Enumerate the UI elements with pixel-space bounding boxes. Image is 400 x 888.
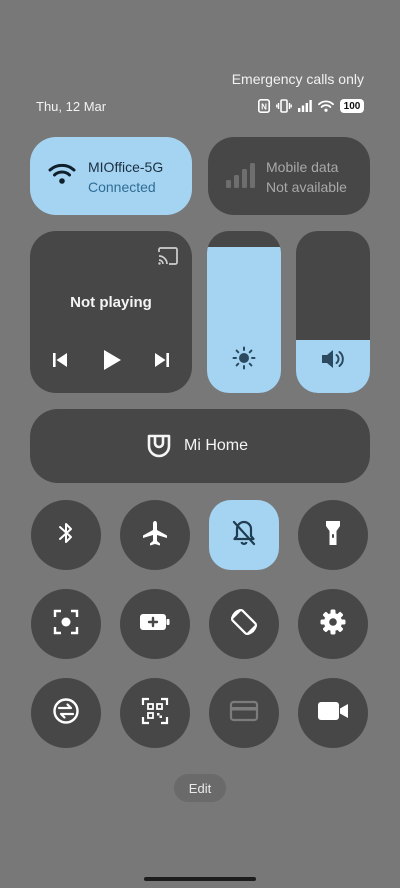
- volume-slider[interactable]: [296, 231, 370, 393]
- mi-home-icon: [146, 433, 172, 464]
- volume-icon: [320, 348, 346, 375]
- auto-rotate-toggle[interactable]: [209, 589, 279, 659]
- play-icon[interactable]: [102, 349, 122, 376]
- svg-text:N: N: [261, 103, 267, 112]
- screenshot-icon: [52, 608, 80, 641]
- mi-home-button[interactable]: Mi Home: [30, 409, 370, 483]
- airplane-mode-toggle[interactable]: [120, 500, 190, 570]
- sync-icon: [51, 696, 81, 731]
- qr-scan-icon: [141, 697, 169, 730]
- bell-off-icon: [231, 519, 257, 552]
- battery-icon: 100: [340, 99, 364, 113]
- silent-mode-toggle[interactable]: [209, 500, 279, 570]
- settings-toggle[interactable]: [298, 589, 368, 659]
- brightness-icon: [232, 346, 256, 375]
- previous-icon[interactable]: [52, 351, 68, 374]
- brightness-slider[interactable]: [207, 231, 281, 393]
- flashlight-toggle[interactable]: [298, 500, 368, 570]
- wifi-icon: [48, 162, 76, 191]
- wifi-tile[interactable]: MIOffice-5G Connected: [30, 137, 192, 215]
- scanner-toggle[interactable]: [120, 678, 190, 748]
- mobile-data-tile[interactable]: Mobile data Not available: [208, 137, 370, 215]
- edit-button[interactable]: Edit: [174, 774, 226, 802]
- home-gesture-bar[interactable]: [144, 877, 256, 881]
- signal-icon: [298, 100, 312, 112]
- signal-bars-icon: [226, 162, 258, 193]
- battery-saver-icon: [139, 612, 171, 637]
- wifi-icon: [318, 100, 334, 112]
- emergency-calls-text: Emergency calls only: [231, 71, 364, 87]
- status-icons: N 100: [258, 97, 364, 115]
- nfc-icon: N: [258, 99, 270, 113]
- next-icon[interactable]: [154, 351, 170, 374]
- media-player: Not playing: [30, 231, 192, 393]
- bluetooth-toggle[interactable]: [31, 500, 101, 570]
- wallet-toggle[interactable]: [209, 678, 279, 748]
- gear-icon: [319, 608, 347, 641]
- now-playing-status: Not playing: [70, 294, 152, 311]
- battery-saver-toggle[interactable]: [120, 589, 190, 659]
- wifi-network-name: MIOffice-5G: [88, 159, 164, 175]
- mobile-data-status: Not available: [266, 179, 347, 195]
- screen-recorder-toggle[interactable]: [298, 678, 368, 748]
- cast-icon[interactable]: [157, 247, 179, 270]
- mobile-data-title: Mobile data: [266, 159, 339, 175]
- vibrate-icon: [276, 99, 292, 113]
- wifi-status: Connected: [88, 179, 156, 195]
- sync-toggle[interactable]: [31, 678, 101, 748]
- date-text: Thu, 12 Mar: [36, 99, 107, 114]
- video-camera-icon: [317, 700, 349, 727]
- rotate-icon: [229, 607, 259, 642]
- screenshot-toggle[interactable]: [31, 589, 101, 659]
- flashlight-icon: [324, 519, 342, 552]
- card-icon: [229, 699, 259, 728]
- bluetooth-icon: [56, 520, 76, 551]
- airplane-icon: [141, 519, 169, 552]
- mi-home-label: Mi Home: [184, 437, 249, 454]
